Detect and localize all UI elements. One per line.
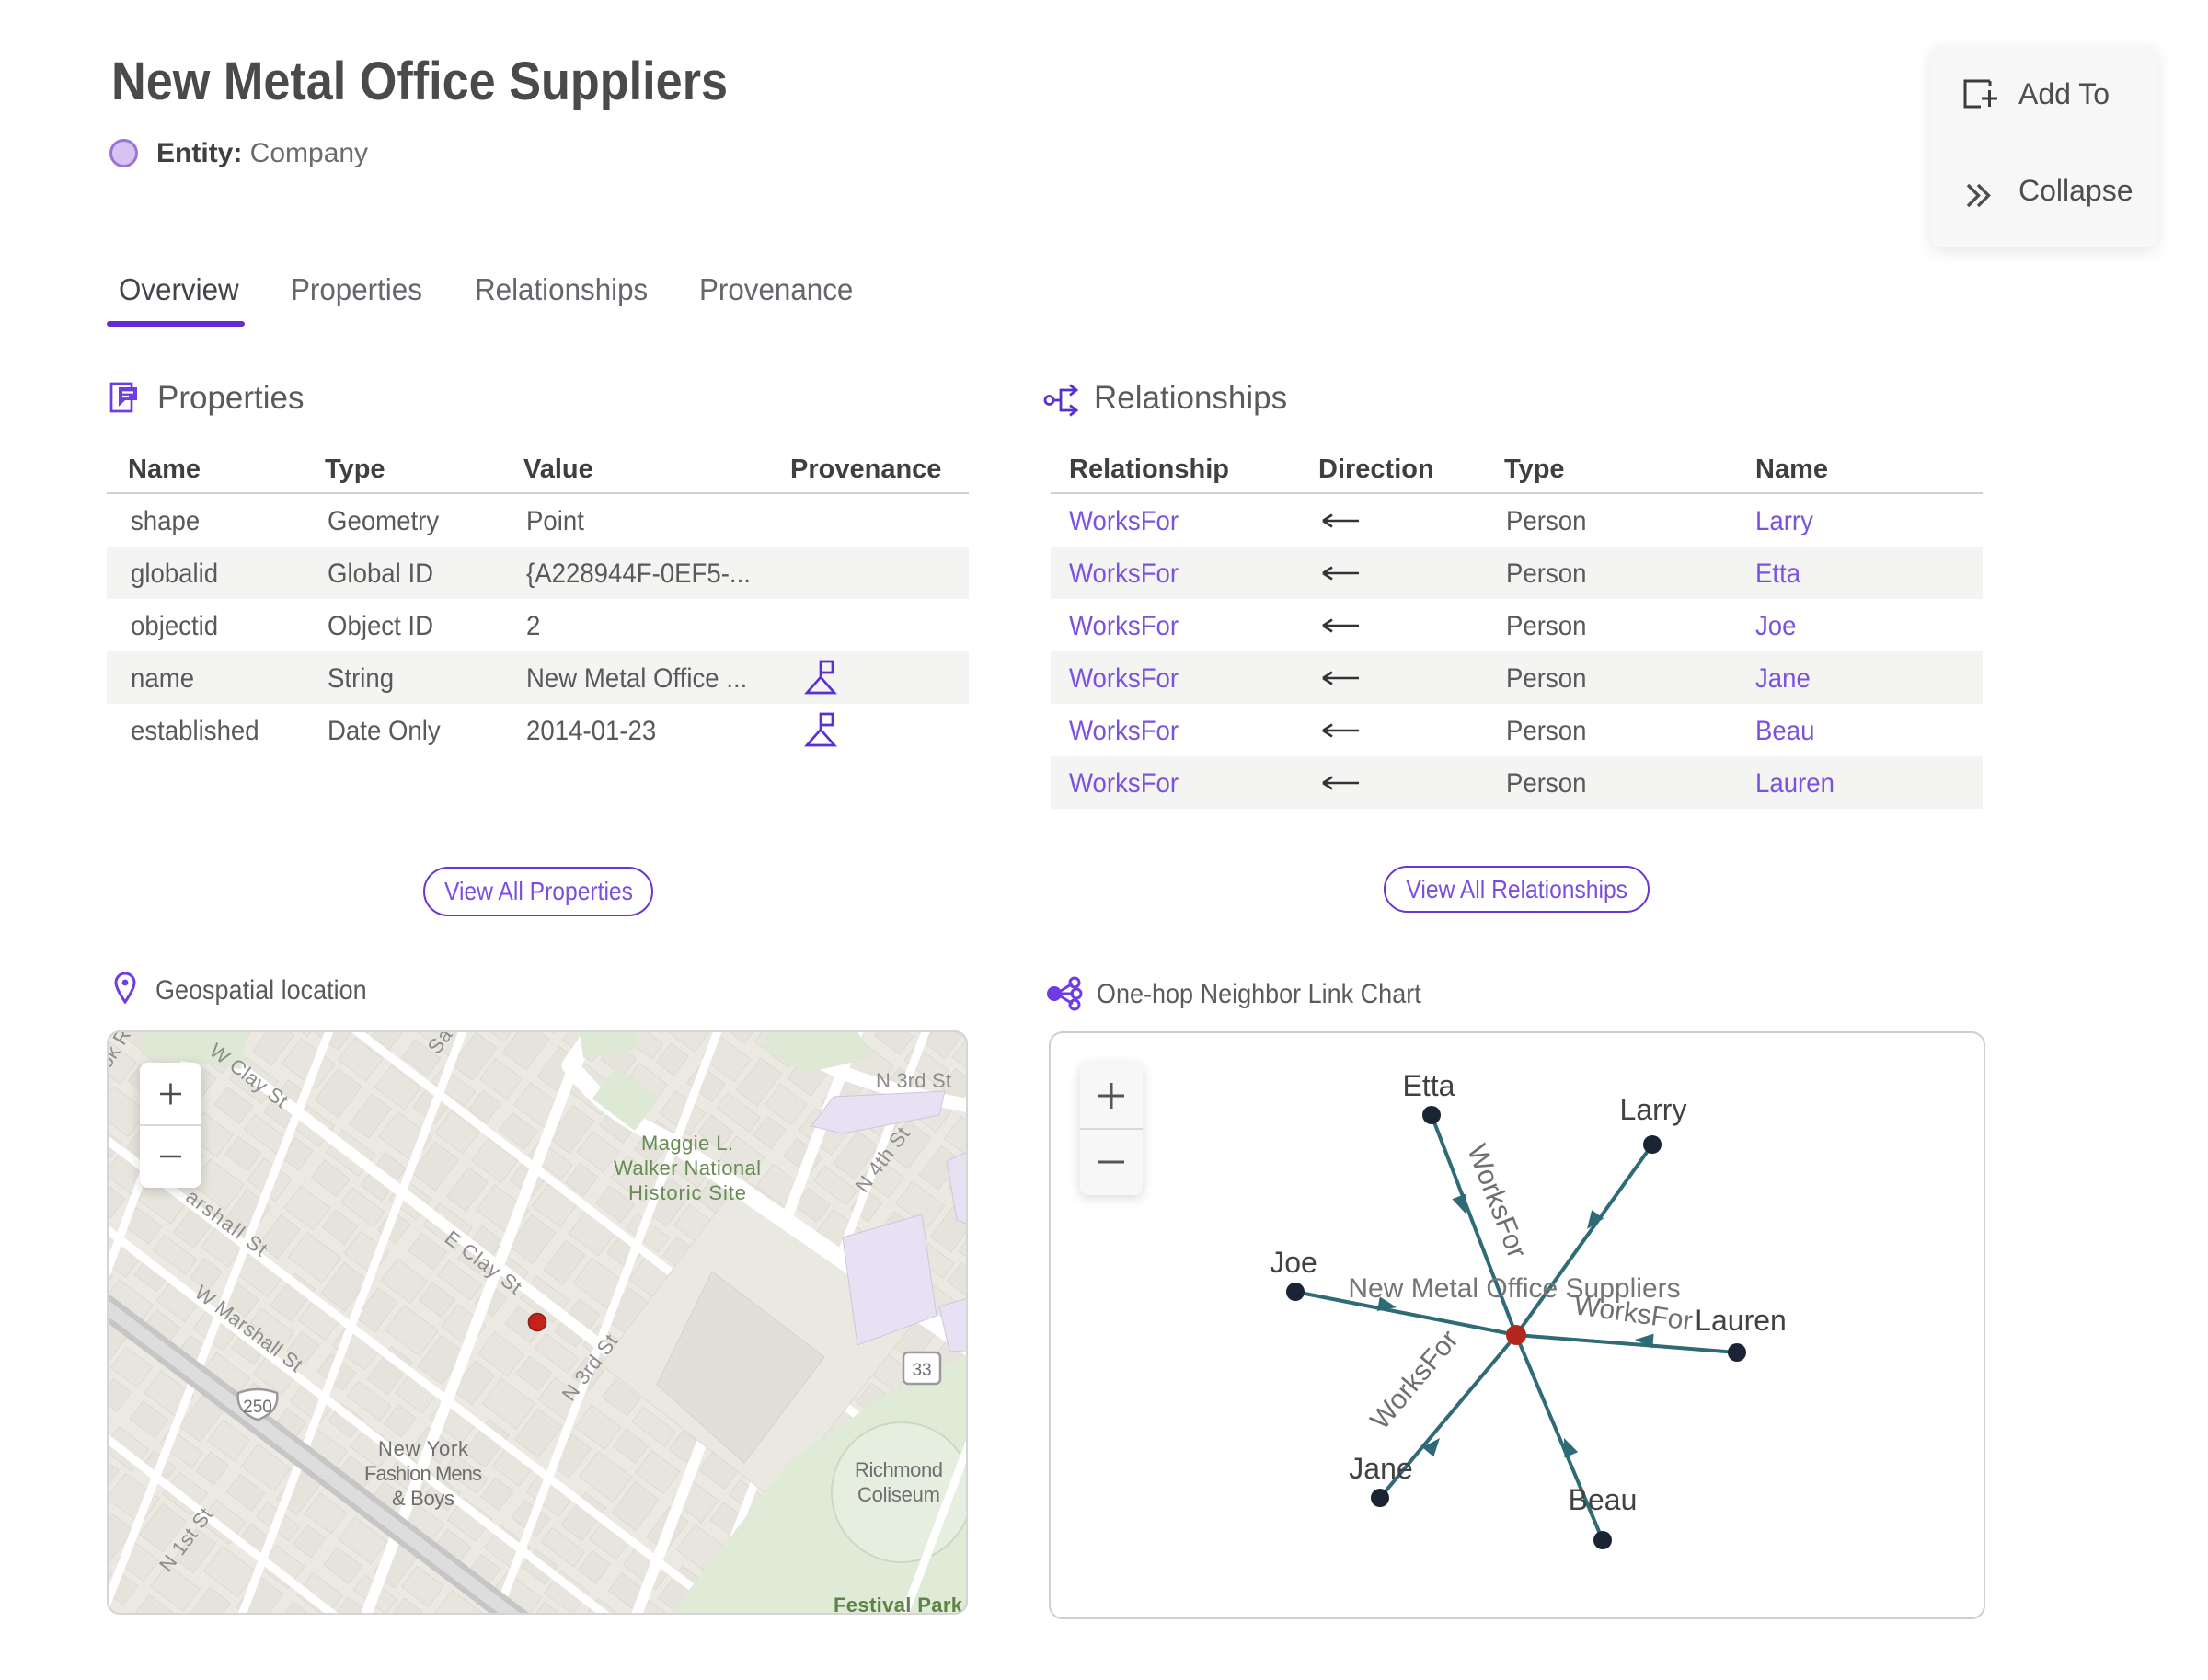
svg-text:Larry: Larry xyxy=(1620,1093,1687,1126)
svg-text:N 3rd St: N 3rd St xyxy=(876,1069,951,1092)
svg-text:33: 33 xyxy=(912,1361,931,1380)
svg-text:Fashion Mens: Fashion Mens xyxy=(364,1462,482,1485)
svg-text:Lauren: Lauren xyxy=(1695,1304,1787,1337)
svg-text:Festival Park: Festival Park xyxy=(834,1594,963,1615)
svg-text:New York: New York xyxy=(378,1437,469,1460)
svg-text:250: 250 xyxy=(243,1398,272,1417)
svg-text:Etta: Etta xyxy=(1403,1069,1455,1102)
svg-text:Jane: Jane xyxy=(1349,1452,1412,1485)
svg-text:Coliseum: Coliseum xyxy=(857,1483,940,1506)
svg-text:Walker National: Walker National xyxy=(614,1156,761,1179)
svg-text:& Boys: & Boys xyxy=(392,1487,454,1510)
svg-text:Richmond: Richmond xyxy=(855,1458,943,1481)
svg-text:Joe: Joe xyxy=(1270,1246,1317,1279)
svg-text:Beau: Beau xyxy=(1569,1483,1638,1516)
svg-text:Historic Site: Historic Site xyxy=(628,1181,746,1204)
svg-text:Maggie L.: Maggie L. xyxy=(641,1132,733,1155)
